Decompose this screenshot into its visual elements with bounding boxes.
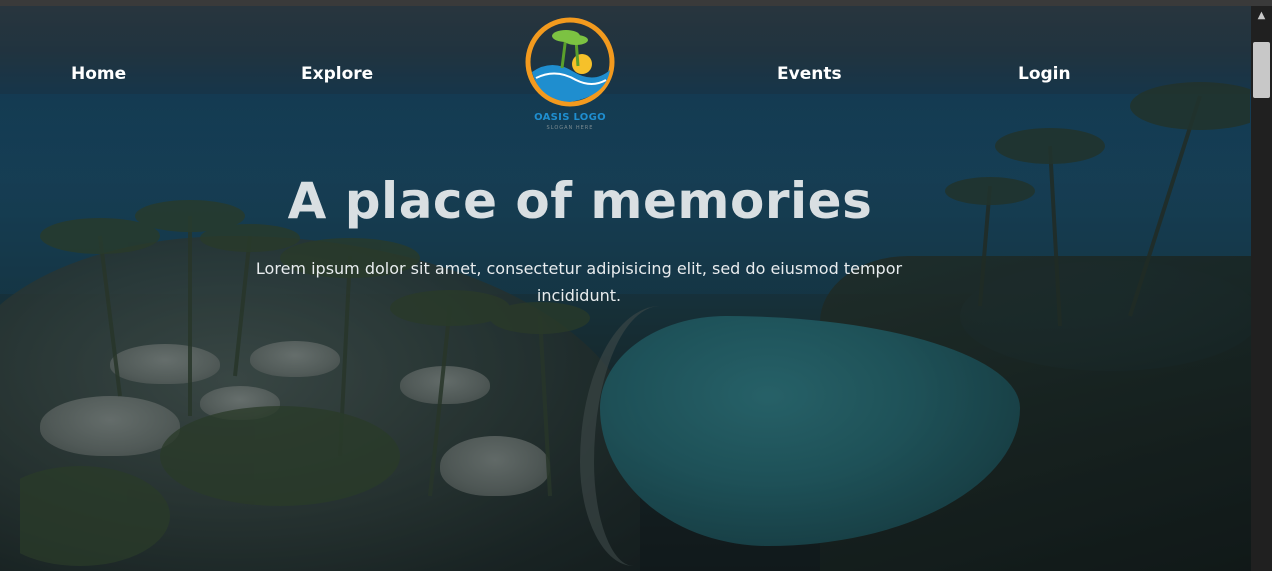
nav-explore-link[interactable]: Explore bbox=[301, 64, 373, 84]
oasis-logo[interactable]: OASIS LOGO SLOGAN HERE bbox=[522, 14, 618, 136]
main-nav: Home Explore OASIS LOGO SLOGAN HERE Even… bbox=[0, 6, 1251, 146]
logo-emblem-icon bbox=[525, 17, 615, 107]
nav-events-link[interactable]: Events bbox=[777, 64, 842, 84]
page-scrollbar[interactable]: ▲ bbox=[1251, 6, 1272, 571]
chevron-up-icon[interactable]: ▲ bbox=[1251, 6, 1272, 26]
nav-login-link[interactable]: Login bbox=[1018, 64, 1071, 84]
logo-slogan: SLOGAN HERE bbox=[546, 125, 594, 131]
nav-home-link[interactable]: Home bbox=[71, 64, 126, 84]
logo-text: OASIS LOGO bbox=[534, 112, 606, 123]
hero-title: A place of memories bbox=[287, 172, 873, 230]
scrollbar-thumb[interactable] bbox=[1253, 42, 1270, 98]
hero-subtitle: Lorem ipsum dolor sit amet, consectetur … bbox=[255, 259, 903, 305]
